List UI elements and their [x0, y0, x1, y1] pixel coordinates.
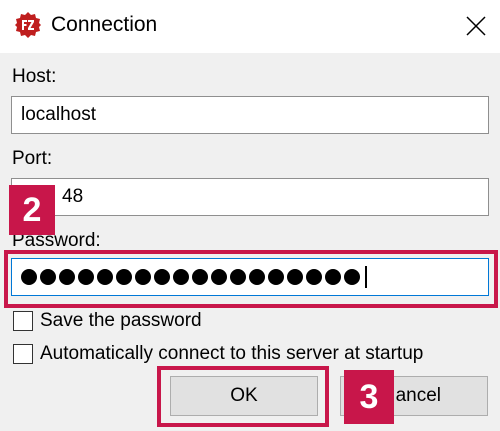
- save-password-label: Save the password: [40, 310, 202, 331]
- port-label: Port:: [12, 148, 53, 169]
- host-input[interactable]: localhost: [11, 96, 489, 134]
- filezilla-icon: [15, 12, 41, 38]
- auto-connect-checkbox-row[interactable]: Automatically connect to this server at …: [13, 343, 423, 365]
- port-input[interactable]: 48: [11, 178, 489, 216]
- host-label: Host:: [12, 66, 57, 87]
- step-2-badge: 2: [9, 185, 55, 235]
- save-password-checkbox-row[interactable]: Save the password: [13, 310, 202, 332]
- window-title: Connection: [51, 13, 158, 36]
- save-password-checkbox[interactable]: [13, 311, 33, 331]
- host-value: localhost: [21, 104, 96, 125]
- close-button[interactable]: [452, 0, 500, 53]
- ok-highlight-frame: [157, 366, 329, 427]
- connection-dialog: Connection Host: localhost Port: 48 Pass…: [0, 0, 500, 431]
- step-3-badge: 3: [344, 370, 394, 424]
- port-value: 48: [62, 186, 84, 207]
- title-bar: Connection: [0, 0, 500, 53]
- close-icon: [466, 16, 486, 36]
- password-highlight-frame: [4, 250, 498, 308]
- auto-connect-label: Automatically connect to this server at …: [40, 343, 424, 364]
- auto-connect-checkbox[interactable]: [13, 344, 33, 364]
